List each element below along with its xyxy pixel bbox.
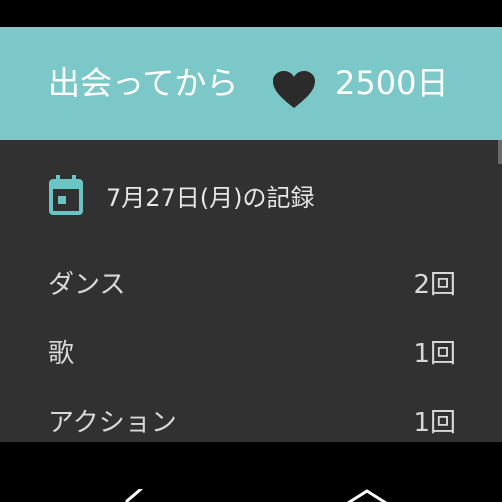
app-screen: 出会ってから 2500日 7月27日(月)の記録 ダンス 2回 歌 1回 アクシ… <box>0 0 502 502</box>
item-count: 2回 <box>413 269 456 300</box>
record-date-row: 7月27日(月)の記録 <box>48 174 315 216</box>
anniversary-header: 出会ってから 2500日 <box>0 27 502 140</box>
item-label: ダンス <box>48 269 126 300</box>
navigation-bar <box>0 442 502 502</box>
status-bar <box>0 0 502 27</box>
item-count: 1回 <box>413 338 456 369</box>
back-icon[interactable] <box>117 487 147 502</box>
record-panel[interactable]: 7月27日(月)の記録 ダンス 2回 歌 1回 アクション 1回 <box>0 140 502 442</box>
header-title: 出会ってから <box>48 64 239 102</box>
days-count: 2500日 <box>335 64 449 102</box>
list-item[interactable]: ダンス 2回 <box>48 262 456 302</box>
calendar-icon <box>48 175 84 215</box>
scrollbar[interactable] <box>498 140 502 164</box>
heart-icon <box>272 70 316 110</box>
home-icon[interactable] <box>342 488 392 502</box>
list-item[interactable]: アクション 1回 <box>48 400 456 440</box>
item-label: 歌 <box>48 338 75 369</box>
record-date-label: 7月27日(月)の記録 <box>106 183 315 212</box>
list-item[interactable]: 歌 1回 <box>48 331 456 371</box>
item-label: アクション <box>48 407 177 438</box>
item-count: 1回 <box>413 407 456 438</box>
